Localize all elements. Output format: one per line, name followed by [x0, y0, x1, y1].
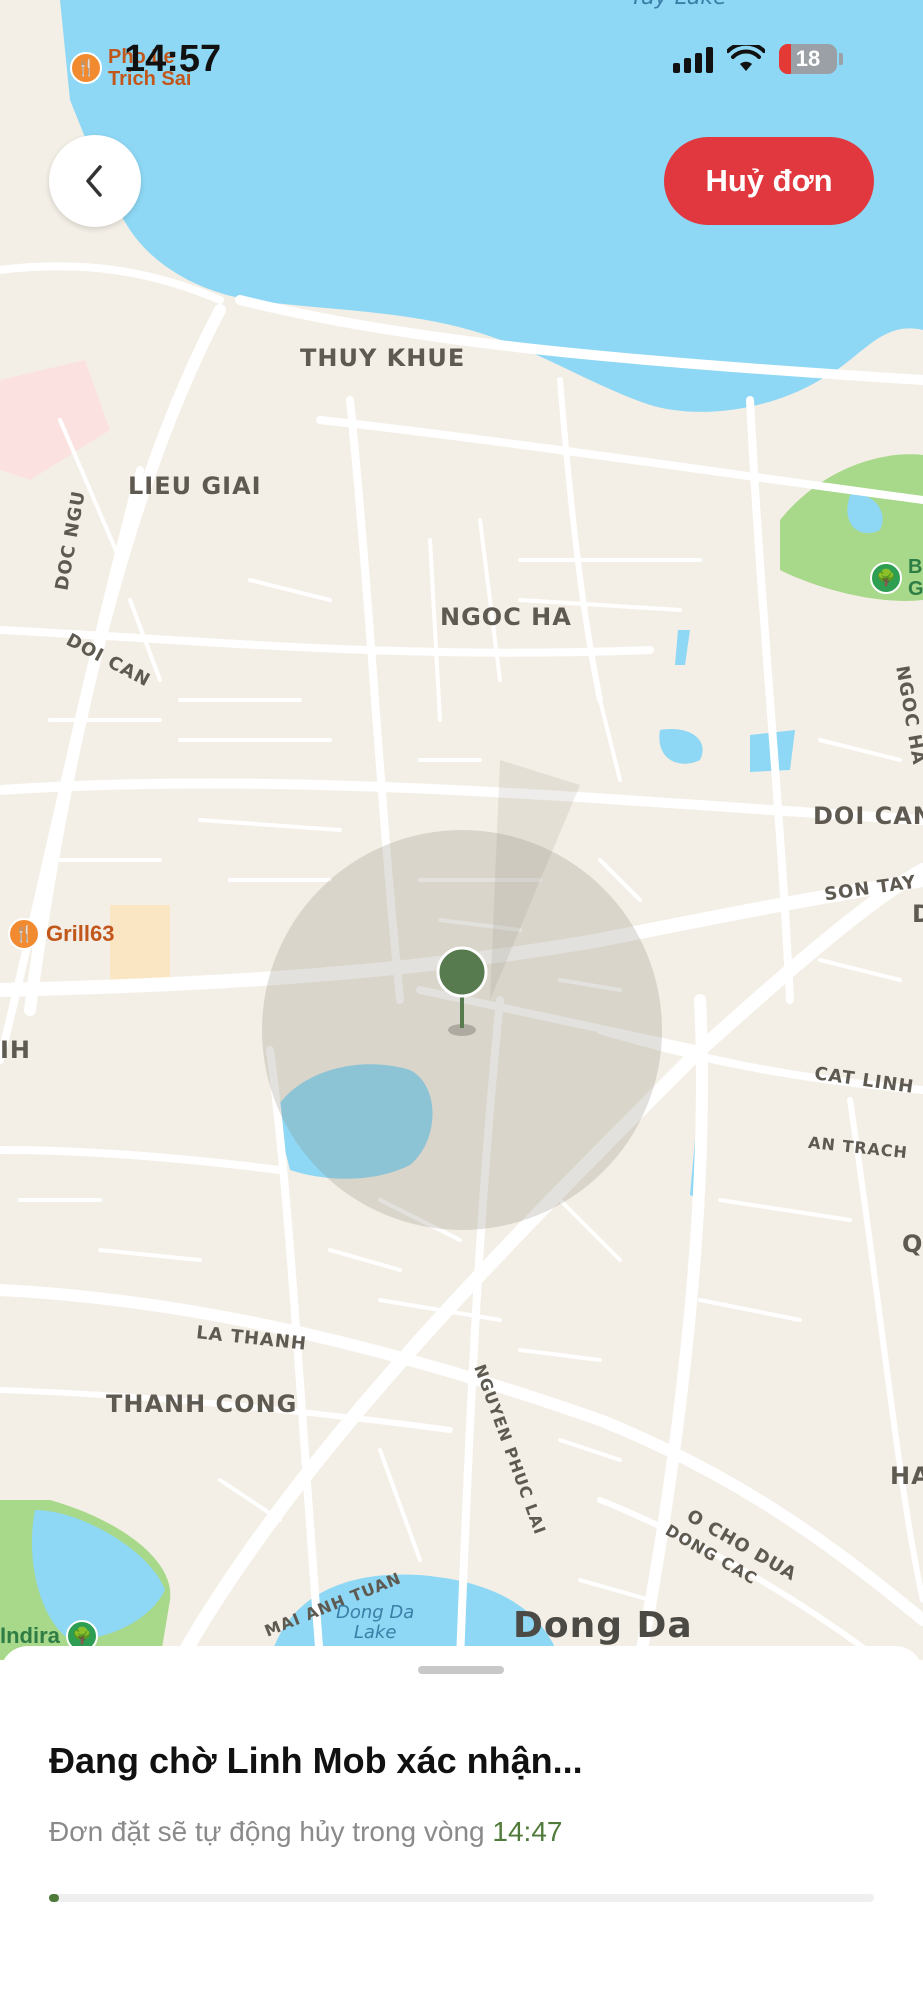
edge-label: IH	[0, 1036, 32, 1064]
edge-label: D	[912, 900, 923, 928]
auto-cancel-text: Đơn đặt sẽ tự động hủy trong vòng 14:47	[49, 1816, 562, 1848]
district-label: Dong Da	[513, 1605, 693, 1646]
status-time: 14:57	[124, 38, 222, 80]
waiting-title: Đang chờ Linh Mob xác nhận...	[49, 1740, 583, 1781]
countdown-timer: 14:47	[492, 1816, 563, 1847]
lake-label: Dong Da Lake	[336, 1602, 415, 1643]
wifi-icon	[727, 45, 765, 71]
cancel-order-button[interactable]: Huỷ đơn	[664, 137, 874, 225]
district-label: THANH CONG	[106, 1390, 298, 1418]
poi-park[interactable]: 🌳 BG	[870, 556, 923, 600]
district-label: THUY KHUE	[300, 344, 466, 372]
auto-cancel-prefix: Đơn đặt sẽ tự động hủy trong vòng	[49, 1816, 493, 1847]
edge-label: HA	[890, 1462, 923, 1490]
back-button[interactable]	[49, 135, 141, 227]
battery-nub	[839, 53, 843, 65]
district-label: DOI CAN	[813, 802, 923, 830]
wait-progress-fill	[49, 1894, 59, 1902]
poi-restaurant[interactable]: 🍴 Grill63	[8, 918, 114, 950]
sheet-handle[interactable]	[418, 1666, 504, 1674]
restaurant-icon: 🍴	[8, 918, 40, 950]
wait-progress-bar	[49, 1894, 874, 1902]
chevron-left-icon	[86, 165, 102, 197]
status-bar: 14:57 18	[0, 0, 923, 110]
battery-icon: 18	[779, 44, 837, 74]
district-label: LIEU GIAI	[128, 472, 262, 500]
status-icons: 18	[673, 44, 843, 74]
edge-label: Q	[902, 1230, 923, 1258]
battery-level: 18	[795, 46, 821, 71]
bottom-sheet: Đang chờ Linh Mob xác nhận... Đơn đặt sẽ…	[0, 1646, 923, 1999]
district-label: NGOC HA	[440, 603, 572, 631]
map-view[interactable]: THUY KHUE LIEU GIAI NGOC HA DOI CAN THAN…	[0, 0, 923, 1660]
park-icon: 🌳	[870, 562, 902, 594]
signal-icon	[673, 45, 713, 73]
